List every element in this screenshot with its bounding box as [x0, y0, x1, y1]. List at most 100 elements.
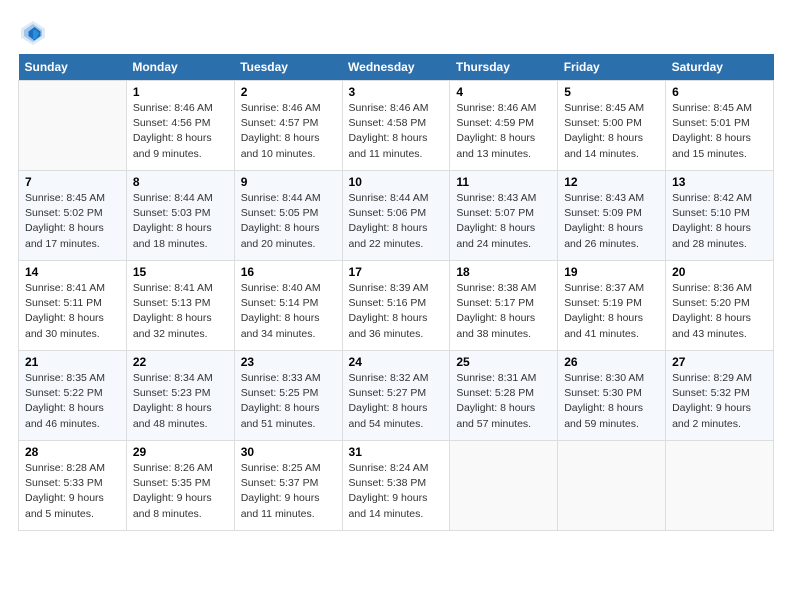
- daylight-line1: Daylight: 8 hours: [241, 131, 336, 146]
- day-info: Sunrise: 8:41 AMSunset: 5:11 PMDaylight:…: [25, 281, 120, 342]
- day-cell: 19Sunrise: 8:37 AMSunset: 5:19 PMDayligh…: [558, 261, 666, 351]
- sunset-text: Sunset: 5:10 PM: [672, 206, 767, 221]
- day-number: 3: [349, 85, 444, 99]
- header-cell-wednesday: Wednesday: [342, 54, 450, 81]
- day-number: 26: [564, 355, 659, 369]
- day-cell: [558, 441, 666, 531]
- sunset-text: Sunset: 5:13 PM: [133, 296, 228, 311]
- day-cell: 5Sunrise: 8:45 AMSunset: 5:00 PMDaylight…: [558, 81, 666, 171]
- day-info: Sunrise: 8:32 AMSunset: 5:27 PMDaylight:…: [349, 371, 444, 432]
- day-cell: 17Sunrise: 8:39 AMSunset: 5:16 PMDayligh…: [342, 261, 450, 351]
- day-info: Sunrise: 8:29 AMSunset: 5:32 PMDaylight:…: [672, 371, 767, 432]
- day-number: 20: [672, 265, 767, 279]
- day-number: 25: [456, 355, 551, 369]
- day-info: Sunrise: 8:36 AMSunset: 5:20 PMDaylight:…: [672, 281, 767, 342]
- day-number: 15: [133, 265, 228, 279]
- week-row-1: 1Sunrise: 8:46 AMSunset: 4:56 PMDaylight…: [19, 81, 774, 171]
- daylight-line1: Daylight: 8 hours: [456, 221, 551, 236]
- sunset-text: Sunset: 4:58 PM: [349, 116, 444, 131]
- day-cell: 11 Sunrise: 8:43 AMSunset: 5:07 PMDayligh…: [450, 171, 558, 261]
- day-info: Sunrise: 8:41 AMSunset: 5:13 PMDaylight:…: [133, 281, 228, 342]
- daylight-line1: Daylight: 8 hours: [456, 131, 551, 146]
- sunrise-text: Sunrise: 8:36 AM: [672, 281, 767, 296]
- daylight-line1: Daylight: 8 hours: [25, 221, 120, 236]
- daylight-line2: and 5 minutes.: [25, 507, 120, 522]
- day-cell: 29Sunrise: 8:26 AMSunset: 5:35 PMDayligh…: [126, 441, 234, 531]
- daylight-line1: Daylight: 8 hours: [133, 401, 228, 416]
- sunset-text: Sunset: 5:32 PM: [672, 386, 767, 401]
- day-cell: 28Sunrise: 8:28 AMSunset: 5:33 PMDayligh…: [19, 441, 127, 531]
- day-number: 22: [133, 355, 228, 369]
- daylight-line1: Daylight: 9 hours: [241, 491, 336, 506]
- daylight-line2: and 22 minutes.: [349, 237, 444, 252]
- sunrise-text: Sunrise: 8:44 AM: [349, 191, 444, 206]
- sunrise-text: Sunrise: 8:41 AM: [133, 281, 228, 296]
- daylight-line1: Daylight: 8 hours: [241, 401, 336, 416]
- sunset-text: Sunset: 5:20 PM: [672, 296, 767, 311]
- sunset-text: Sunset: 5:28 PM: [456, 386, 551, 401]
- day-number: 11: [456, 175, 551, 189]
- daylight-line1: Daylight: 8 hours: [349, 401, 444, 416]
- daylight-line2: and 15 minutes.: [672, 147, 767, 162]
- sunrise-text: Sunrise: 8:32 AM: [349, 371, 444, 386]
- day-number: 8: [133, 175, 228, 189]
- daylight-line1: Daylight: 8 hours: [349, 131, 444, 146]
- sunrise-text: Sunrise: 8:26 AM: [133, 461, 228, 476]
- day-number: 2: [241, 85, 336, 99]
- sunrise-text: Sunrise: 8:24 AM: [349, 461, 444, 476]
- day-cell: 3Sunrise: 8:46 AMSunset: 4:58 PMDaylight…: [342, 81, 450, 171]
- daylight-line2: and 48 minutes.: [133, 417, 228, 432]
- sunrise-text: Sunrise: 8:28 AM: [25, 461, 120, 476]
- day-info: Sunrise: 8:46 AMSunset: 4:59 PMDaylight:…: [456, 101, 551, 162]
- day-info: Sunrise: 8:43 AMSunset: 5:07 PMDaylight:…: [456, 191, 551, 252]
- week-row-5: 28Sunrise: 8:28 AMSunset: 5:33 PMDayligh…: [19, 441, 774, 531]
- day-number: 7: [25, 175, 120, 189]
- sunrise-text: Sunrise: 8:25 AM: [241, 461, 336, 476]
- daylight-line1: Daylight: 8 hours: [133, 221, 228, 236]
- daylight-line1: Daylight: 8 hours: [241, 311, 336, 326]
- daylight-line1: Daylight: 8 hours: [349, 311, 444, 326]
- sunrise-text: Sunrise: 8:34 AM: [133, 371, 228, 386]
- daylight-line1: Daylight: 8 hours: [672, 131, 767, 146]
- daylight-line1: Daylight: 8 hours: [25, 401, 120, 416]
- daylight-line2: and 13 minutes.: [456, 147, 551, 162]
- sunset-text: Sunset: 5:14 PM: [241, 296, 336, 311]
- sunset-text: Sunset: 5:38 PM: [349, 476, 444, 491]
- daylight-line1: Daylight: 8 hours: [564, 311, 659, 326]
- day-cell: 2Sunrise: 8:46 AMSunset: 4:57 PMDaylight…: [234, 81, 342, 171]
- sunset-text: Sunset: 5:33 PM: [25, 476, 120, 491]
- header-cell-thursday: Thursday: [450, 54, 558, 81]
- day-number: 5: [564, 85, 659, 99]
- day-cell: 9Sunrise: 8:44 AMSunset: 5:05 PMDaylight…: [234, 171, 342, 261]
- daylight-line1: Daylight: 9 hours: [672, 401, 767, 416]
- day-info: Sunrise: 8:42 AMSunset: 5:10 PMDaylight:…: [672, 191, 767, 252]
- sunset-text: Sunset: 5:16 PM: [349, 296, 444, 311]
- sunset-text: Sunset: 5:03 PM: [133, 206, 228, 221]
- day-cell: 26Sunrise: 8:30 AMSunset: 5:30 PMDayligh…: [558, 351, 666, 441]
- day-cell: 25Sunrise: 8:31 AMSunset: 5:28 PMDayligh…: [450, 351, 558, 441]
- day-info: Sunrise: 8:34 AMSunset: 5:23 PMDaylight:…: [133, 371, 228, 432]
- calendar-header: SundayMondayTuesdayWednesdayThursdayFrid…: [19, 54, 774, 81]
- day-cell: 6Sunrise: 8:45 AMSunset: 5:01 PMDaylight…: [666, 81, 774, 171]
- day-info: Sunrise: 8:24 AMSunset: 5:38 PMDaylight:…: [349, 461, 444, 522]
- day-info: Sunrise: 8:26 AMSunset: 5:35 PMDaylight:…: [133, 461, 228, 522]
- sunset-text: Sunset: 5:17 PM: [456, 296, 551, 311]
- daylight-line2: and 54 minutes.: [349, 417, 444, 432]
- daylight-line1: Daylight: 8 hours: [564, 401, 659, 416]
- sunrise-text: Sunrise: 8:46 AM: [241, 101, 336, 116]
- day-cell: 8Sunrise: 8:44 AMSunset: 5:03 PMDaylight…: [126, 171, 234, 261]
- day-cell: 20 Sunrise: 8:36 AMSunset: 5:20 PMDayligh…: [666, 261, 774, 351]
- sunset-text: Sunset: 4:56 PM: [133, 116, 228, 131]
- day-cell: 30Sunrise: 8:25 AMSunset: 5:37 PMDayligh…: [234, 441, 342, 531]
- daylight-line2: and 17 minutes.: [25, 237, 120, 252]
- daylight-line2: and 41 minutes.: [564, 327, 659, 342]
- day-cell: 14Sunrise: 8:41 AMSunset: 5:11 PMDayligh…: [19, 261, 127, 351]
- day-number: 18: [456, 265, 551, 279]
- daylight-line1: Daylight: 9 hours: [133, 491, 228, 506]
- daylight-line1: Daylight: 8 hours: [133, 311, 228, 326]
- daylight-line2: and 9 minutes.: [133, 147, 228, 162]
- sunset-text: Sunset: 5:37 PM: [241, 476, 336, 491]
- day-info: Sunrise: 8:44 AMSunset: 5:05 PMDaylight:…: [241, 191, 336, 252]
- day-cell: 10Sunrise: 8:44 AMSunset: 5:06 PMDayligh…: [342, 171, 450, 261]
- sunset-text: Sunset: 5:09 PM: [564, 206, 659, 221]
